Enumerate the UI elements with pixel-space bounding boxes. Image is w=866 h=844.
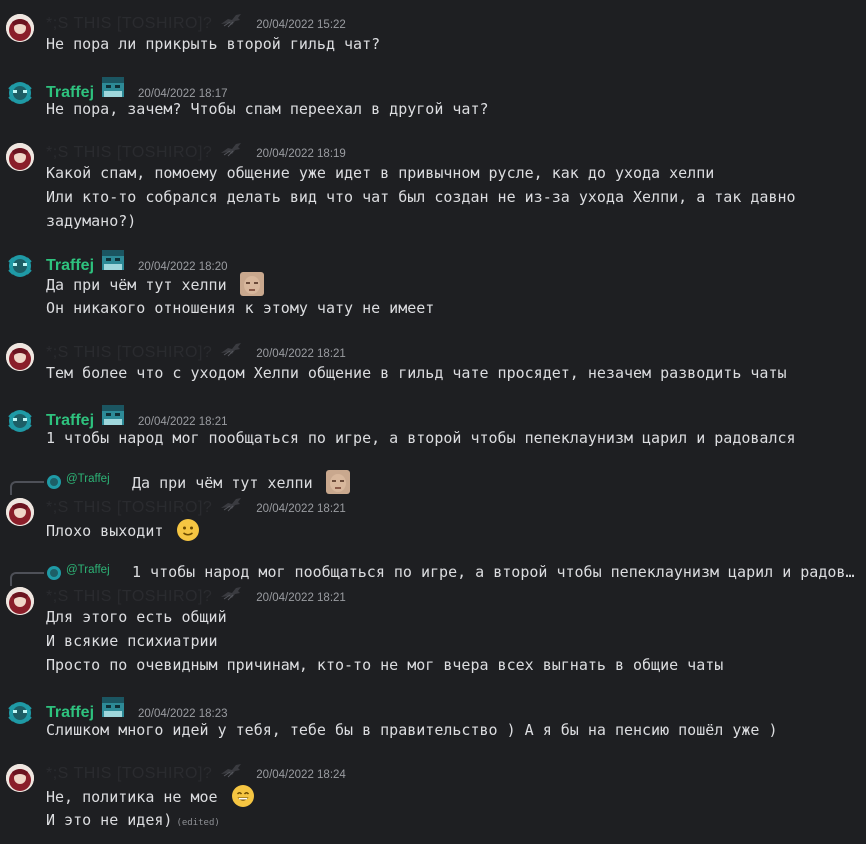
slight-smile-emoji[interactable]	[176, 518, 200, 542]
message-header: *;S THIS [TOSHIRO]? 20/04/2022 18:21	[46, 496, 346, 518]
message-header: *;S THIS [TOSHIRO]? 20/04/2022 18:21	[46, 585, 346, 607]
author-name[interactable]: *;S THIS [TOSHIRO]?	[46, 15, 212, 33]
timestamp: 20/04/2022 18:21	[256, 503, 346, 515]
message-header: *;S THIS [TOSHIRO]? 20/04/2022 18:24	[46, 762, 346, 784]
message-header: *;S THIS [TOSHIRO]? 20/04/2022 18:19	[46, 141, 346, 163]
timestamp: 20/04/2022 18:21	[256, 592, 346, 604]
reply-avatar	[47, 566, 61, 580]
author-name[interactable]: *;S THIS [TOSHIRO]?	[46, 765, 212, 783]
reply-avatar	[47, 475, 61, 489]
message-line: Он никакого отношения к этому чату не им…	[46, 299, 435, 317]
message-header: Traffej 20/04/2022 18:20	[46, 250, 228, 274]
traffej-avatar[interactable]	[6, 699, 34, 727]
timestamp: 20/04/2022 15:22	[256, 19, 346, 31]
message-line: Не пора, зачем? Чтобы спам переехал в др…	[46, 100, 489, 118]
message-line: Просто по очевидным причинам, кто-то не …	[46, 656, 724, 674]
author-name[interactable]: *;S THIS [TOSHIRO]?	[46, 144, 212, 162]
message-text: И это не идея)	[46, 811, 173, 829]
user-avatar[interactable]	[6, 587, 34, 615]
traffej-avatar[interactable]	[6, 407, 34, 435]
reply-preview[interactable]: @Traffej Да при чём тут хелпи	[0, 470, 866, 495]
raven-icon	[221, 343, 242, 357]
face-emoji[interactable]	[239, 272, 264, 296]
raven-icon	[221, 587, 242, 601]
pixel-face-icon	[102, 697, 125, 717]
grin-emoji[interactable]	[231, 784, 255, 808]
raven-icon	[221, 143, 242, 157]
traffej-avatar[interactable]	[6, 252, 34, 280]
message-header: Traffej 20/04/2022 18:23	[46, 697, 228, 721]
reply-mention[interactable]: @Traffej	[66, 564, 110, 576]
author-name[interactable]: *;S THIS [TOSHIRO]?	[46, 344, 212, 362]
message-header: *;S THIS [TOSHIRO]? 20/04/2022 18:21	[46, 341, 346, 363]
reply-preview[interactable]: @Traffej 1 чтобы народ мог пообщаться по…	[0, 561, 866, 586]
raven-icon	[221, 498, 242, 512]
message-line: Тем более что с уходом Хелпи общение в г…	[46, 364, 787, 382]
chat-log: *;S THIS [TOSHIRO]? 20/04/2022 15:22 Не …	[0, 0, 866, 844]
traffej-avatar[interactable]	[6, 79, 34, 107]
author-name[interactable]: *;S THIS [TOSHIRO]?	[46, 588, 212, 606]
user-avatar[interactable]	[6, 343, 34, 371]
message-text: Плохо выходит	[46, 522, 164, 540]
raven-icon	[221, 14, 242, 28]
edited-label: (edited)	[176, 818, 220, 828]
user-avatar[interactable]	[6, 498, 34, 526]
reply-spine	[10, 572, 44, 586]
pixel-face-icon	[102, 405, 125, 425]
message-header: Traffej 20/04/2022 18:17	[46, 77, 228, 101]
message-line: Да при чём тут хелпи	[46, 272, 264, 297]
message-line: Для этого есть общий	[46, 608, 227, 626]
message-line: И всякие психиатрии	[46, 632, 218, 650]
timestamp: 20/04/2022 18:19	[256, 148, 346, 160]
user-avatar[interactable]	[6, 14, 34, 42]
message-line: Не пора ли прикрыть второй гильд чат?	[46, 35, 381, 53]
message-line: 1 чтобы народ мог пообщаться по игре, а …	[46, 429, 796, 447]
pixel-face-icon	[102, 250, 125, 270]
reply-text: 1 чтобы народ мог пообщаться по игре, а …	[132, 563, 862, 581]
reply-quote: Да при чём тут хелпи	[132, 474, 313, 492]
timestamp: 20/04/2022 18:24	[256, 769, 346, 781]
message-text: Не, политика не мое	[46, 788, 218, 806]
message-line: Какой спам, помоему общение уже идет в п…	[46, 164, 715, 182]
pixel-face-icon	[102, 77, 125, 97]
reply-spine	[10, 481, 44, 495]
user-avatar[interactable]	[6, 143, 34, 171]
message-line: Плохо выходит	[46, 518, 200, 543]
raven-icon	[221, 764, 242, 778]
message-line: Не, политика не мое	[46, 784, 255, 809]
message-line: Или кто-то собрался делать вид что чат б…	[46, 188, 796, 230]
message-line: И это не идея) (edited)	[46, 808, 220, 835]
user-avatar[interactable]	[6, 764, 34, 792]
message-header: *;S THIS [TOSHIRO]? 20/04/2022 15:22	[46, 12, 346, 34]
author-name[interactable]: *;S THIS [TOSHIRO]?	[46, 499, 212, 517]
message-line: Слишком много идей у тебя, тебе бы в пра…	[46, 721, 778, 739]
reply-text: Да при чём тут хелпи	[132, 470, 350, 494]
reply-mention[interactable]: @Traffej	[66, 473, 110, 485]
message-text: Да при чём тут хелпи	[46, 276, 227, 294]
message-header: Traffej 20/04/2022 18:21	[46, 405, 228, 429]
timestamp: 20/04/2022 18:21	[256, 348, 346, 360]
face-emoji	[325, 470, 350, 494]
